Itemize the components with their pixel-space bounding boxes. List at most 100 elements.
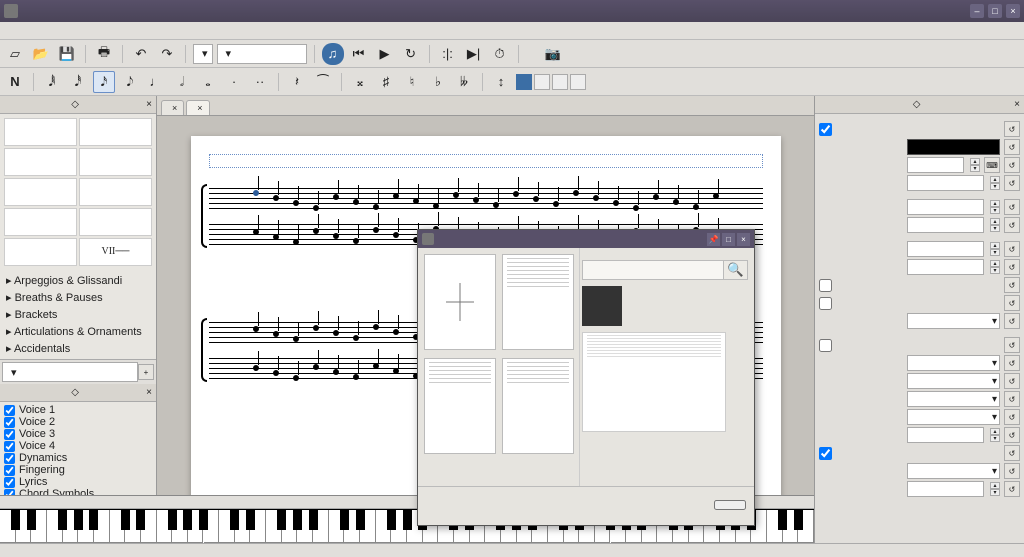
maximize-button[interactable]: □ bbox=[988, 4, 1002, 18]
loop-button[interactable]: ↻ bbox=[400, 43, 422, 65]
dialog-max-button[interactable]: □ bbox=[722, 233, 735, 246]
selection-checkbox[interactable] bbox=[4, 465, 15, 476]
voice-1[interactable] bbox=[516, 74, 532, 90]
palette-cell[interactable] bbox=[4, 178, 77, 206]
spinner[interactable]: ▴▾ bbox=[990, 242, 1000, 256]
pan-button[interactable]: ▶| bbox=[463, 43, 485, 65]
new-button[interactable]: ▱ bbox=[4, 43, 26, 65]
palette-category[interactable]: ▸ Accidentals bbox=[6, 340, 150, 357]
voffset-input[interactable] bbox=[907, 175, 984, 191]
spinner[interactable]: ▴▾ bbox=[990, 482, 1000, 496]
palette-cell[interactable] bbox=[4, 238, 77, 266]
stemdir-combo[interactable]: ▾ bbox=[907, 313, 1000, 329]
reset-icon[interactable]: ↺ bbox=[1004, 355, 1020, 371]
undo-button[interactable]: ↶ bbox=[130, 43, 152, 65]
duration-64th[interactable]: 𝅘𝅥𝅱 bbox=[41, 71, 63, 93]
reset-icon[interactable]: ↺ bbox=[1004, 217, 1020, 233]
community-item[interactable] bbox=[582, 286, 748, 326]
minimize-button[interactable]: – bbox=[970, 4, 984, 18]
duration-16th[interactable]: 𝅘𝅥𝅯 bbox=[93, 71, 115, 93]
reset-icon[interactable]: ↺ bbox=[1004, 391, 1020, 407]
double-flat-icon[interactable]: 𝄫 bbox=[453, 71, 475, 93]
reset-icon[interactable]: ↺ bbox=[1004, 139, 1020, 155]
inspector-close-icon[interactable]: × bbox=[1014, 99, 1020, 110]
rest-button[interactable]: 𝄽 bbox=[286, 71, 308, 93]
tuning-input[interactable] bbox=[907, 427, 984, 443]
selection-checkbox[interactable] bbox=[4, 441, 15, 452]
spinner[interactable]: ▴▾ bbox=[990, 176, 1000, 190]
palette-cell[interactable] bbox=[79, 118, 152, 146]
reset-icon[interactable]: ↺ bbox=[1004, 373, 1020, 389]
stemless-checkbox[interactable] bbox=[819, 297, 832, 310]
dialog-close-button[interactable]: × bbox=[737, 233, 750, 246]
reset-icon[interactable]: ↺ bbox=[1004, 295, 1020, 311]
palette-category[interactable]: ▸ Articulations & Ornaments bbox=[6, 323, 150, 340]
voice-2[interactable] bbox=[534, 74, 550, 90]
palette-cell[interactable] bbox=[79, 208, 152, 236]
duration-double-dot[interactable]: ·· bbox=[249, 71, 271, 93]
selection-checkbox[interactable] bbox=[4, 405, 15, 416]
open-button[interactable]: 📂 bbox=[30, 43, 52, 65]
note-input-button[interactable]: N bbox=[4, 71, 26, 93]
spinner[interactable]: ▴▾ bbox=[990, 428, 1000, 442]
reset-icon[interactable]: ↺ bbox=[1004, 409, 1020, 425]
tab-prelude-fugue[interactable]: × bbox=[186, 100, 209, 115]
reset-icon[interactable]: ↺ bbox=[1004, 427, 1020, 443]
metronome-button[interactable]: ⏱ bbox=[489, 43, 511, 65]
palette-category[interactable]: ▸ Brackets bbox=[6, 306, 150, 323]
reset-icon[interactable]: ↺ bbox=[1004, 157, 1020, 173]
reset-icon[interactable]: ↺ bbox=[1004, 121, 1020, 137]
palette-category[interactable]: ▸ Arpeggios & Glissandi bbox=[6, 272, 150, 289]
headgroup-combo[interactable]: ▾ bbox=[907, 355, 1000, 371]
camera-icon[interactable]: 📷 bbox=[542, 43, 564, 65]
duration-dot[interactable]: · bbox=[223, 71, 245, 93]
thumb-coming-back[interactable] bbox=[502, 358, 574, 456]
voice-4[interactable] bbox=[570, 74, 586, 90]
color-swatch[interactable] bbox=[907, 139, 1000, 155]
reset-icon[interactable]: ↺ bbox=[1004, 241, 1020, 257]
chord-small-checkbox[interactable] bbox=[819, 279, 832, 292]
palette-cell[interactable] bbox=[79, 178, 152, 206]
community-preview[interactable] bbox=[582, 332, 726, 432]
palette-cell[interactable] bbox=[4, 208, 77, 236]
selection-checkbox[interactable] bbox=[4, 477, 15, 488]
spinner[interactable]: ▴▾ bbox=[970, 158, 980, 172]
palettes-close-icon[interactable]: × bbox=[146, 99, 152, 110]
tab-close-icon[interactable]: × bbox=[197, 103, 202, 113]
trailing-input[interactable] bbox=[907, 217, 984, 233]
mirror-combo[interactable]: ▾ bbox=[907, 391, 1000, 407]
search-button[interactable]: 🔍 bbox=[724, 260, 748, 280]
print-button[interactable]: 🖶 bbox=[93, 43, 115, 65]
selection-checkbox[interactable] bbox=[4, 417, 15, 428]
view-mode-combo[interactable]: ▾ bbox=[217, 44, 307, 64]
chord-hoffset-input[interactable] bbox=[907, 241, 984, 257]
double-sharp-icon[interactable]: 𝄪 bbox=[349, 71, 371, 93]
reset-icon[interactable]: ↺ bbox=[1004, 463, 1020, 479]
reset-icon[interactable]: ↺ bbox=[1004, 199, 1020, 215]
note-small-checkbox[interactable] bbox=[819, 339, 832, 352]
flat-icon[interactable]: ♭ bbox=[427, 71, 449, 93]
veltype-combo[interactable]: ▾ bbox=[907, 463, 1000, 479]
sharp-icon[interactable]: ♯ bbox=[375, 71, 397, 93]
reset-icon[interactable]: ↺ bbox=[1004, 337, 1020, 353]
duration-8th[interactable]: 𝅘𝅥𝅮 bbox=[119, 71, 141, 93]
selection-checkbox[interactable] bbox=[4, 453, 15, 464]
close-button[interactable] bbox=[714, 500, 746, 510]
visible-checkbox[interactable] bbox=[819, 123, 832, 136]
natural-icon[interactable]: ♮ bbox=[401, 71, 423, 93]
thumb-reunion[interactable] bbox=[424, 358, 496, 456]
tab-my-first-score[interactable]: × bbox=[161, 100, 184, 115]
palette-category[interactable]: ▸ Breaths & Pauses bbox=[6, 289, 150, 306]
selection-close-icon[interactable]: × bbox=[146, 387, 152, 398]
hoffset-input[interactable] bbox=[907, 157, 964, 173]
repeat-button[interactable]: :|: bbox=[437, 43, 459, 65]
search-input[interactable] bbox=[582, 260, 724, 280]
palettes-float-icon[interactable]: ◇ bbox=[71, 99, 79, 110]
metronome-icon[interactable]: ♫ bbox=[322, 43, 344, 65]
reset-icon[interactable]: ↺ bbox=[1004, 259, 1020, 275]
thumb-prelude[interactable] bbox=[502, 254, 574, 352]
zoom-combo[interactable]: ▾ bbox=[193, 44, 213, 64]
keyboard-icon[interactable]: ⌨ bbox=[984, 157, 1000, 173]
play-button[interactable]: ▶ bbox=[374, 43, 396, 65]
tab-close-icon[interactable]: × bbox=[172, 103, 177, 113]
